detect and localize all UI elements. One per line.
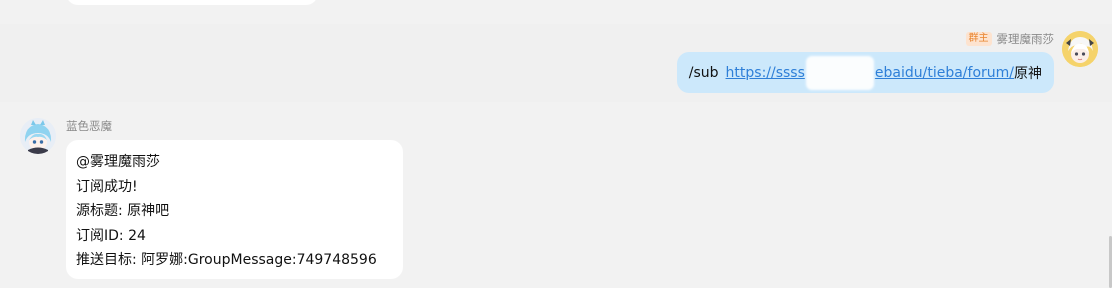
bot-sender-name[interactable]: 蓝色恶魔 [66,118,112,134]
mention-line: @雾理魔雨莎 [76,154,160,170]
self-avatar-image [1062,31,1098,67]
redaction-overlay [805,55,874,90]
previous-message-bubble[interactable] [66,0,318,5]
self-message-bubble[interactable]: /sub https://ssss ebaidu/tieba/forum/原神 [676,52,1054,93]
push-target-line: 推送目标: 阿罗娜:GroupMessage:749748596 [76,252,377,268]
bot-avatar[interactable] [20,118,56,154]
self-message-header: 群主 雾理魔雨莎 [965,31,1055,47]
self-sender-name[interactable]: 雾理魔雨莎 [997,31,1055,47]
link-end: ebaidu/tieba/forum/ [874,64,1014,81]
self-avatar[interactable] [1062,31,1098,67]
owner-badge: 群主 [965,32,992,46]
bot-message-bubble[interactable]: @雾理魔雨莎 订阅成功! 源标题: 原神吧 订阅ID: 24 推送目标: 阿罗娜… [66,140,403,279]
forum-name-text: 原神 [1014,65,1042,82]
link-start: https://ssss [725,64,805,81]
subscription-id-line: 订阅ID: 24 [76,227,146,244]
command-text: /sub [688,64,719,81]
chat-area: 群主 雾理魔雨莎 /sub https://ssss ebaidu/tieba/f… [0,0,1112,288]
subscription-link[interactable]: https://ssss ebaidu/tieba/forum/ [725,55,1014,90]
source-title-line: 源标题: 原神吧 [76,203,170,219]
status-line: 订阅成功! [76,178,138,195]
bot-avatar-image [20,118,56,154]
